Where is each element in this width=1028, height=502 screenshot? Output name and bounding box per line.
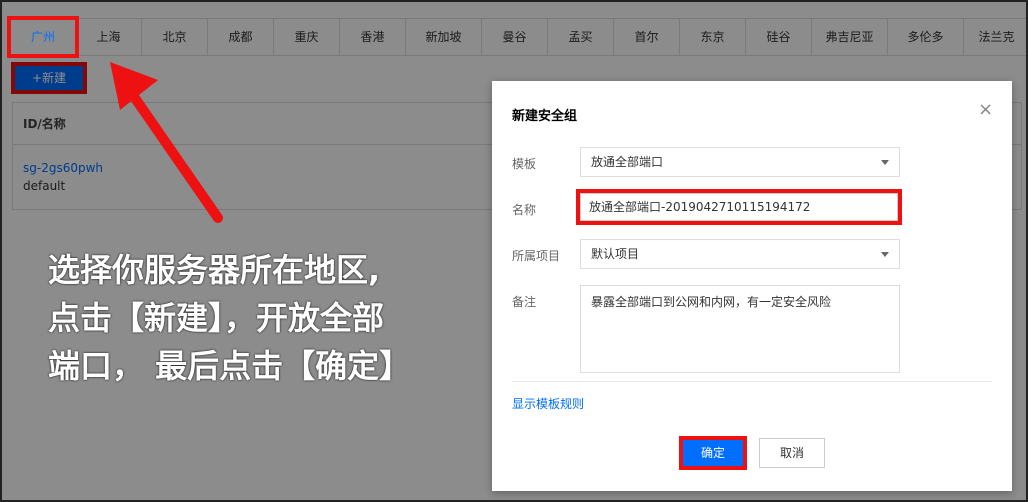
chevron-down-icon [881,160,889,165]
remark-textarea[interactable]: 暴露全部端口到公网和内网，有一定安全风险 [580,285,900,373]
red-arrow-icon [110,62,223,223]
app-window: 广州 上海 北京 成都 重庆 香港 新加坡 曼谷 孟买 首尔 东京 硅谷 弗吉尼… [0,0,1028,502]
template-select[interactable]: 放通全部端口 [580,147,900,177]
divider [512,381,992,382]
remark-label: 备注 [512,295,537,309]
project-select[interactable]: 默认项目 [580,239,900,269]
name-label: 名称 [512,203,537,217]
annotation-line-2: 点击【新建】，开放全部 [48,299,385,337]
show-template-rules-link[interactable]: 显示模板规则 [512,395,584,412]
tab-region-guangzhou[interactable]: 广州 [7,16,79,58]
ok-button-highlight: 确定 [679,436,747,470]
cancel-button[interactable]: 取消 [759,438,825,468]
dialog-title: 新建安全组 [512,109,578,124]
name-input-highlight: 放通全部端口-2019042710115194172 [576,189,902,225]
project-label: 所属项目 [512,249,561,263]
project-select-value: 默认项目 [591,247,640,261]
template-select-value: 放通全部端口 [591,155,664,169]
close-icon[interactable]: × [978,101,993,119]
name-input[interactable]: 放通全部端口-2019042710115194172 [580,193,898,221]
new-security-group-dialog: 新建安全组 × 模板 放通全部端口 名称 放通全部端口-201904271011… [492,81,1012,491]
chevron-down-icon [881,252,889,257]
annotation-line-3: 端口， 最后点击【确定】 [48,347,412,385]
instruction-annotation: 选择你服务器所在地区, 点击【新建】，开放全部 端口， 最后点击【确定】 [48,246,478,390]
template-label: 模板 [512,157,537,171]
annotation-line-1: 选择你服务器所在地区, [48,251,381,289]
ok-button[interactable]: 确定 [683,440,743,466]
